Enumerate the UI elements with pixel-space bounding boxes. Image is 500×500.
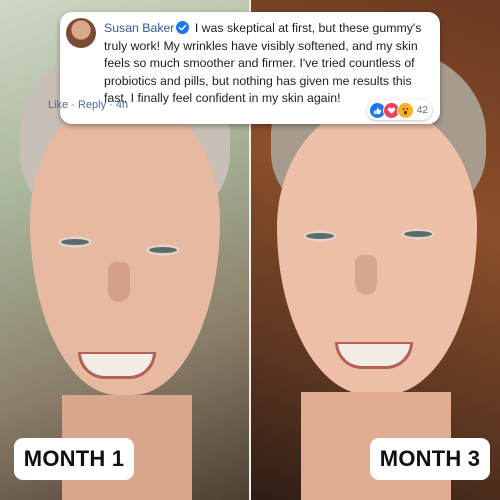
comment-timestamp[interactable]: 4h xyxy=(116,99,128,111)
comment-author[interactable]: Susan Baker xyxy=(104,21,174,35)
eye xyxy=(401,228,435,240)
month-1-label: MONTH 1 xyxy=(14,438,134,480)
comment-actions: Like · Reply · 4h xyxy=(48,99,128,111)
verified-badge-icon xyxy=(176,21,190,34)
like-link[interactable]: Like xyxy=(48,99,68,111)
month-3-label: MONTH 3 xyxy=(370,438,490,480)
face xyxy=(30,95,220,395)
separator: · xyxy=(71,99,75,111)
nose xyxy=(355,255,377,295)
reaction-summary[interactable]: 42 xyxy=(366,100,432,120)
eye xyxy=(58,236,92,248)
wow-icon xyxy=(396,101,414,119)
reaction-count: 42 xyxy=(416,104,428,116)
eye xyxy=(146,244,180,256)
reply-link[interactable]: Reply xyxy=(78,99,106,111)
separator: · xyxy=(109,99,113,111)
eye xyxy=(303,230,337,242)
comment-body: Susan Baker I was skeptical at first, bu… xyxy=(104,20,430,108)
avatar[interactable] xyxy=(66,18,96,48)
nose xyxy=(108,262,130,302)
